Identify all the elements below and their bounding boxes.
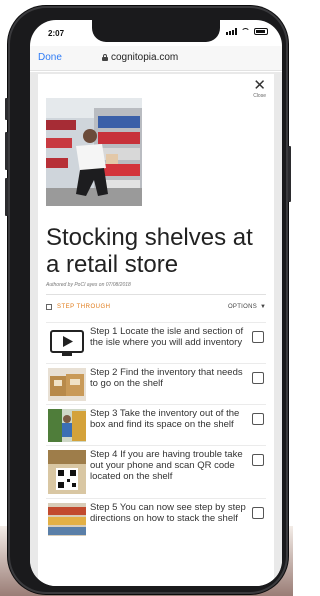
step-thumbnail	[48, 503, 86, 536]
hero-photo	[46, 98, 142, 206]
options-dropdown[interactable]: OPTIONS ▼	[228, 304, 266, 310]
close-label: Close	[253, 93, 266, 99]
phone-screen: 2:07 Done cognitopia.com ✕ Close Stockin…	[30, 20, 282, 586]
browser-url-bar: Done cognitopia.com	[30, 46, 282, 71]
phone-frame: 2:07 Done cognitopia.com ✕ Close Stockin…	[5, 6, 291, 594]
step-text: Step 1 Locate the isle and section of th…	[90, 326, 244, 348]
step-thumbnail	[48, 409, 86, 442]
divider	[46, 294, 266, 295]
status-time: 2:07	[48, 29, 65, 38]
step-row[interactable]: Step 4 If you are having trouble take ou…	[46, 445, 266, 498]
step-through-label: STEP THROUGH	[57, 304, 111, 310]
step-row[interactable]: Step 5 You can now see step by step dire…	[46, 498, 266, 539]
signal-icon	[226, 28, 237, 35]
step-row[interactable]: Step 2 Find the inventory that needs to …	[46, 363, 266, 404]
web-page: ✕ Close Stocking shelves at a retail sto…	[30, 72, 282, 586]
step-thumbnail	[48, 450, 86, 494]
page-title: Stocking shelves at a retail store	[46, 224, 253, 278]
close-button[interactable]: ✕ Close	[253, 78, 266, 99]
step-text: Step 4 If you are having trouble take ou…	[90, 449, 243, 482]
url-display[interactable]: cognitopia.com	[102, 52, 178, 63]
wifi-icon	[241, 28, 250, 35]
power-button	[288, 146, 291, 202]
task-card: ✕ Close Stocking shelves at a retail sto…	[38, 74, 274, 586]
side-button	[5, 98, 8, 120]
step-list: Step 1 Locate the isle and section of th…	[46, 322, 266, 539]
step-row[interactable]: Step 1 Locate the isle and section of th…	[46, 322, 266, 363]
url-text: cognitopia.com	[111, 52, 179, 63]
step-checkbox[interactable]	[252, 331, 264, 343]
video-thumbnail	[48, 327, 86, 360]
close-icon: ✕	[253, 77, 266, 94]
battery-icon	[254, 28, 268, 35]
notch	[92, 20, 220, 42]
step-checkbox[interactable]	[252, 413, 264, 425]
app-scene: 2:07 Done cognitopia.com ✕ Close Stockin…	[0, 0, 293, 596]
status-icons	[226, 28, 268, 35]
qr-code-photo	[48, 450, 86, 494]
stocking-photo	[48, 409, 86, 442]
chevron-down-icon: ▼	[260, 304, 266, 310]
step-text: Step 5 You can now see step by step dire…	[90, 502, 246, 524]
step-checkbox[interactable]	[252, 454, 264, 466]
done-button[interactable]: Done	[38, 52, 62, 63]
step-checkbox[interactable]	[252, 507, 264, 519]
card-toolbar: STEP THROUGH OPTIONS ▼	[46, 302, 266, 316]
author-line: Authored by PoCI ayes on 07/08/2018	[46, 282, 131, 288]
lock-icon	[102, 54, 108, 61]
step-thumbnail	[48, 368, 86, 401]
hero-image	[46, 98, 142, 206]
side-button	[5, 132, 8, 170]
step-checkbox[interactable]	[252, 372, 264, 384]
step-text: Step 3 Take the inventory out of the box…	[90, 408, 240, 430]
step-through-button[interactable]: STEP THROUGH	[46, 304, 110, 310]
list-icon	[46, 304, 52, 310]
step-row[interactable]: Step 3 Take the inventory out of the box…	[46, 404, 266, 445]
boxes-photo	[48, 368, 86, 401]
shelf-photo	[48, 503, 86, 536]
step-text: Step 2 Find the inventory that needs to …	[90, 367, 243, 389]
step-thumbnail	[48, 327, 86, 360]
options-label: OPTIONS	[227, 304, 258, 310]
side-button	[5, 178, 8, 216]
